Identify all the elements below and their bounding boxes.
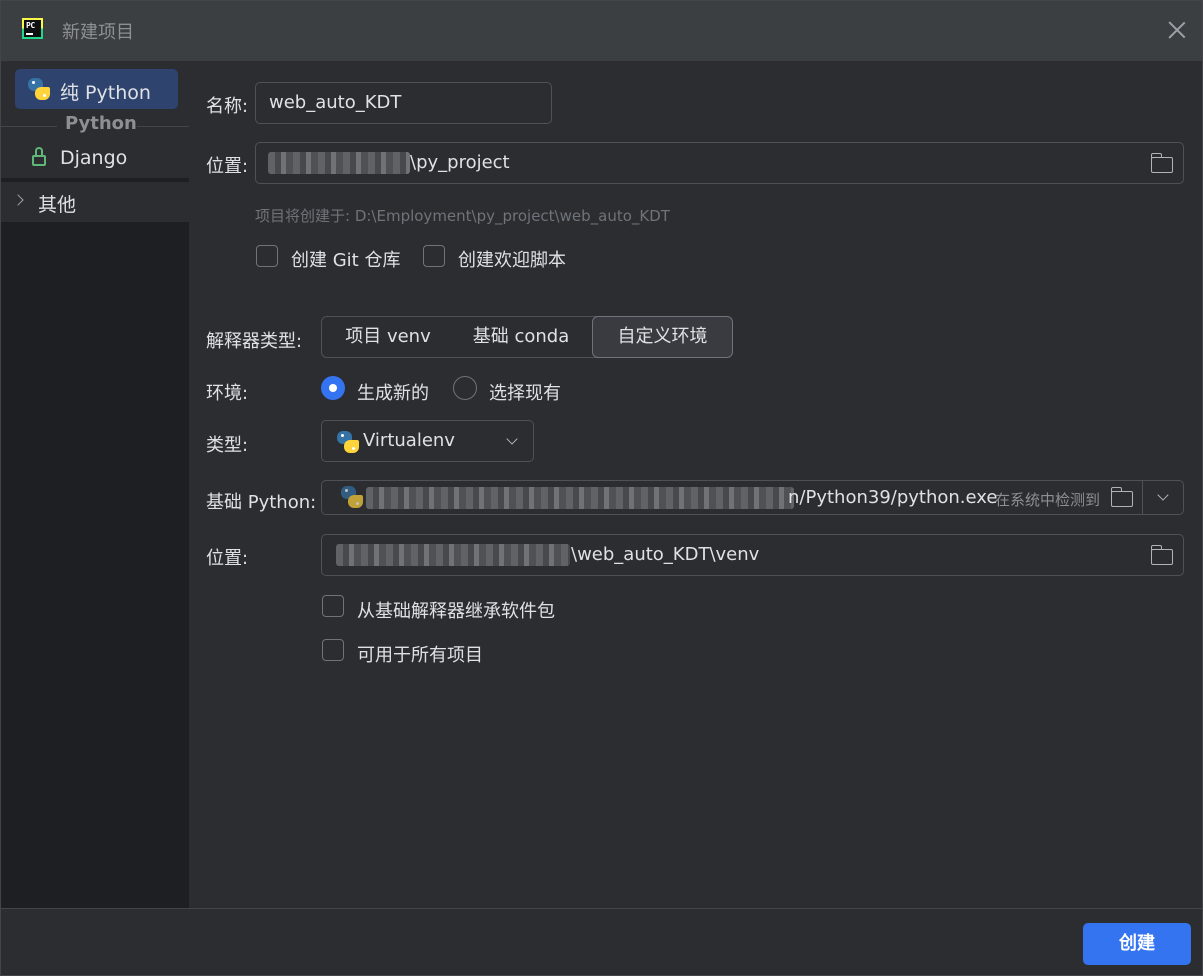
python-icon [28, 78, 50, 100]
venv-location-input[interactable]: \web_auto_KDT\venv [321, 534, 1184, 576]
env-existing-radio[interactable] [453, 376, 477, 400]
window-title: 新建项目 [62, 22, 134, 43]
inherit-packages-label: 从基础解释器继承软件包 [357, 601, 555, 622]
sidebar-item-label: Django [60, 147, 128, 169]
venv-location-label: 位置: [206, 548, 249, 569]
close-icon[interactable] [1164, 17, 1190, 43]
tab-base-conda[interactable]: 基础 conda [454, 317, 588, 357]
sidebar-group-label: Python [65, 113, 137, 134]
name-input[interactable]: web_auto_KDT [255, 82, 552, 124]
dialog-footer: 创建 [1, 908, 1202, 975]
env-existing-label: 选择现有 [489, 383, 561, 404]
base-python-dropdown-button[interactable] [1142, 480, 1184, 515]
base-python-value: n/Python39/python.exe [788, 487, 998, 508]
inherit-packages-checkbox[interactable] [322, 595, 344, 617]
folder-icon[interactable] [1150, 153, 1173, 173]
project-type-sidebar: 纯 Python Python Django 其他 [1, 61, 189, 908]
chevron-down-icon [506, 433, 518, 445]
create-git-checkbox[interactable] [256, 245, 278, 267]
location-input[interactable]: \py_project [255, 142, 1184, 184]
name-label: 名称: [206, 96, 249, 117]
lock-icon [32, 147, 46, 166]
create-welcome-checkbox[interactable] [423, 245, 445, 267]
divider [1, 126, 57, 127]
type-dropdown[interactable]: Virtualenv [321, 420, 534, 462]
folder-icon[interactable] [1150, 545, 1173, 565]
new-project-dialog: PC 新建项目 纯 Python Python Django 其他 名称: we… [0, 0, 1203, 976]
type-label: 类型: [206, 435, 249, 456]
create-git-label: 创建 Git 仓库 [291, 250, 401, 271]
name-value: web_auto_KDT [269, 92, 402, 113]
all-projects-checkbox[interactable] [322, 639, 344, 661]
pycharm-logo-icon: PC [22, 18, 43, 39]
type-value: Virtualenv [363, 430, 455, 451]
venv-location-value: \web_auto_KDT\venv [571, 544, 760, 565]
interpreter-type-segmented: 项目 venv 基础 conda 自定义环境 [321, 316, 733, 358]
environment-label: 环境: [206, 383, 249, 404]
create-welcome-label: 创建欢迎脚本 [458, 250, 566, 271]
virtualenv-icon [337, 431, 359, 453]
tab-custom-env[interactable]: 自定义环境 [592, 316, 733, 358]
redacted-path [268, 152, 410, 174]
title-bar: PC 新建项目 [1, 1, 1202, 61]
tab-project-venv[interactable]: 项目 venv [322, 317, 454, 357]
project-path-hint: 项目将创建于: D:\Employment\py_project\web_aut… [255, 207, 670, 225]
chevron-right-icon [12, 194, 24, 206]
folder-icon[interactable] [1110, 487, 1133, 507]
redacted-path [366, 487, 794, 509]
sidebar-item-django[interactable]: Django [1, 141, 189, 177]
base-python-input[interactable]: n/Python39/python.exe 在系统中检测到 [321, 480, 1143, 515]
env-new-radio[interactable] [321, 376, 345, 400]
divider [137, 126, 189, 127]
env-new-label: 生成新的 [357, 383, 429, 404]
create-button[interactable]: 创建 [1083, 923, 1191, 965]
location-label: 位置: [206, 156, 249, 177]
redacted-path [336, 544, 570, 566]
all-projects-label: 可用于所有项目 [357, 645, 483, 666]
interpreter-type-label: 解释器类型: [206, 331, 303, 352]
chevron-down-icon [1157, 489, 1169, 501]
base-python-label: 基础 Python: [206, 492, 317, 513]
sidebar-item-label: 纯 Python [60, 82, 151, 104]
detected-hint: 在系统中检测到 [995, 491, 1101, 509]
sidebar-item-other[interactable]: 其他 [1, 182, 189, 222]
sidebar-item-pure-python[interactable]: 纯 Python [15, 69, 178, 109]
python-icon [341, 486, 363, 508]
location-value: \py_project [410, 152, 510, 173]
sidebar-item-label: 其他 [38, 194, 77, 216]
